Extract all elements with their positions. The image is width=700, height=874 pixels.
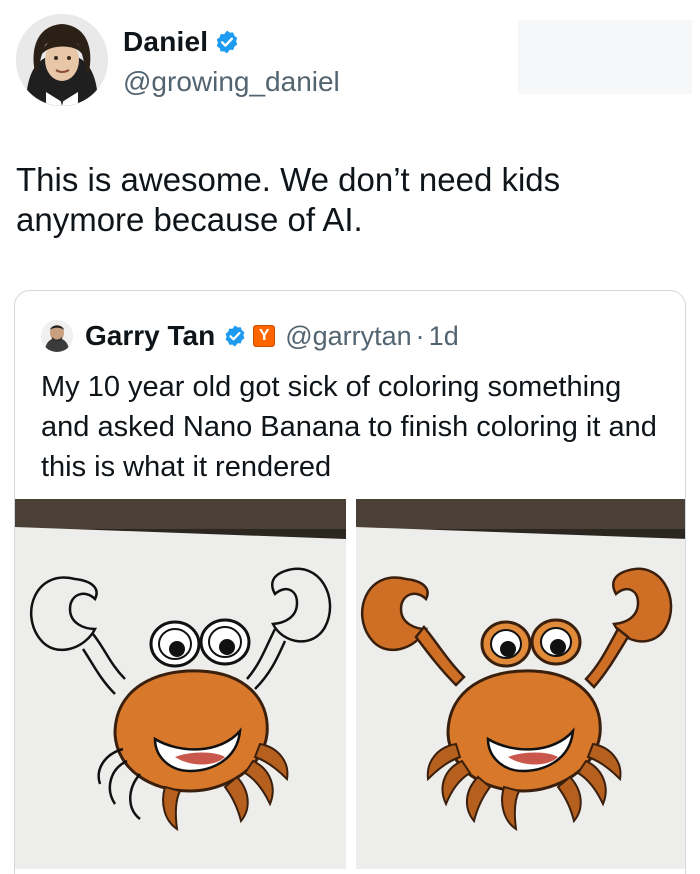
verified-badge-icon [217,30,238,54]
media-image-left[interactable] [15,499,346,869]
tweet-header: Daniel @growing_daniel [16,14,692,108]
verified-badge-icon [225,325,245,347]
author-avatar[interactable] [16,14,108,106]
quoted-author-handle[interactable]: @garrytan [285,321,411,352]
blank-area [518,20,692,94]
quoted-tweet-media [15,499,685,869]
tweet-text: This is awesome. We don’t need kids anym… [16,161,561,238]
author-display-name[interactable]: Daniel [123,26,208,58]
quoted-author-avatar[interactable] [41,320,73,352]
affiliate-badge-icon[interactable]: Y [253,325,276,347]
quoted-tweet-text: My 10 year old got sick of coloring some… [41,371,657,483]
quoted-tweet-time[interactable]: 1d [429,321,459,352]
quoted-author-display-name[interactable]: Garry Tan [85,320,215,352]
author-handle[interactable]: @growing_daniel [123,66,340,98]
media-image-right[interactable] [356,499,685,869]
quoted-tweet-card[interactable]: Garry Tan Y @garrytan · 1d My 10 year ol… [14,290,686,874]
quoted-tweet-header: Garry Tan Y @garrytan · 1d [41,319,459,353]
separator-dot: · [415,320,425,351]
